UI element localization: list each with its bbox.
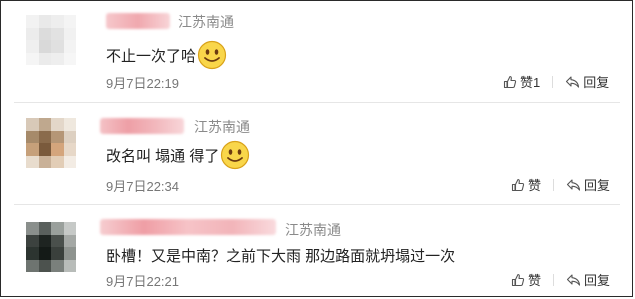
comment-location: 江苏南通 [285,222,341,238]
like-button[interactable]: 赞 [511,270,541,289]
comment-location: 江苏南通 [178,14,234,30]
comment-actions: 赞 回复 [511,175,610,194]
reply-arrow-icon [566,75,580,88]
action-divider [552,75,554,88]
smiley-face-icon [221,140,250,170]
comment-text-content: 改名叫 塌通 得了 [106,147,220,165]
comment-time: 9月7日22:21 [106,274,179,289]
smiley-face-icon [197,40,227,70]
reply-arrow-icon [566,273,581,286]
like-label: 赞 [528,178,542,193]
comment-divider [14,204,620,205]
comment-text-content: 不止一次了哈 [106,47,197,65]
thumbs-up-icon [503,75,517,88]
action-divider [553,178,555,191]
comment-location: 江苏南通 [194,119,250,135]
avatar[interactable] [26,222,76,272]
comment-text: 改名叫 塌通 得了 [106,140,250,170]
like-label: 赞 [528,273,542,288]
comment-text-content: 卧槽！又是中南？之前下大雨 那边路面就坍塌过一次 [106,248,456,265]
username-blurred[interactable] [100,118,184,134]
reply-button[interactable]: 回复 [565,72,609,91]
avatar[interactable] [26,118,76,168]
comment-time: 9月7日22:34 [106,179,179,194]
comment-text: 不止一次了哈 [106,40,227,70]
comment-actions: 赞 回复 [511,270,610,289]
action-divider [553,273,555,286]
avatar[interactable] [26,15,76,65]
reply-arrow-icon [566,178,581,191]
reply-button[interactable]: 回复 [566,270,610,289]
comment-divider [14,102,620,103]
username-blurred[interactable] [100,219,276,235]
comment-text: 卧槽！又是中南？之前下大雨 那边路面就坍塌过一次 [106,245,455,266]
reply-button[interactable]: 回复 [566,175,610,194]
like-button[interactable]: 赞1 [503,72,540,91]
reply-label: 回复 [583,75,610,90]
like-button[interactable]: 赞 [511,175,541,194]
username-blurred[interactable] [106,13,170,29]
reply-label: 回复 [584,178,611,193]
thumbs-up-icon [511,178,525,191]
comment-time: 9月7日22:19 [106,76,179,91]
reply-label: 回复 [584,273,611,288]
comment-actions: 赞1 回复 [503,72,609,91]
thumbs-up-icon [511,273,525,286]
like-label: 赞1 [520,75,541,90]
